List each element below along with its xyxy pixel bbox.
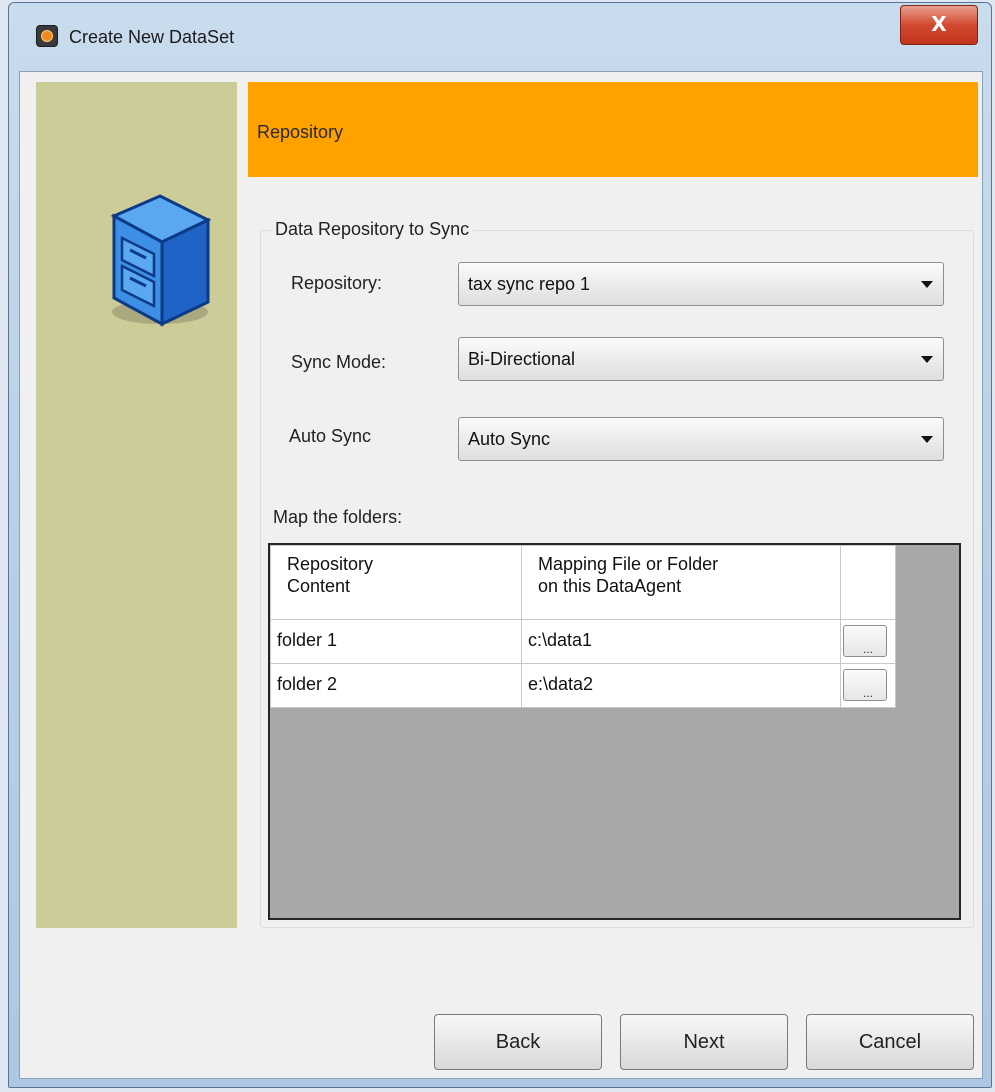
auto-sync-select[interactable]: Auto Sync — [458, 417, 944, 461]
group-title: Data Repository to Sync — [271, 219, 474, 240]
next-button[interactable]: Next — [620, 1014, 788, 1070]
map-folders-label: Map the folders: — [273, 507, 403, 527]
dialog-window: Create New DataSet X Repository Data Rep… — [8, 2, 992, 1088]
repository-group: Data Repository to Sync Repository: tax … — [260, 219, 974, 928]
table-row[interactable]: folder 1 c:\data1 ... — [270, 619, 896, 664]
window-title: Create New DataSet — [69, 27, 235, 47]
browse-cell: ... — [840, 663, 896, 708]
folder-mapping-table: Repository Content Mapping File or Folde… — [268, 543, 961, 920]
chevron-down-icon — [921, 436, 933, 443]
column-header-repository-content: Repository Content — [270, 545, 522, 620]
browse-cell: ... — [840, 619, 896, 664]
file-cabinet-icon — [110, 194, 212, 327]
chevron-down-icon — [921, 356, 933, 363]
back-button[interactable]: Back — [434, 1014, 602, 1070]
page-title: Repository — [257, 122, 344, 142]
close-button[interactable]: X — [900, 5, 978, 45]
column-header-mapping-path: Mapping File or Folder on this DataAgent — [521, 545, 841, 620]
title-bar[interactable]: Create New DataSet X — [9, 3, 991, 67]
browse-button[interactable]: ... — [843, 669, 887, 701]
table-row[interactable]: folder 2 e:\data2 ... — [270, 663, 896, 708]
sidebar-panel — [36, 82, 237, 928]
repository-label: Repository: — [291, 273, 383, 293]
app-logo-icon — [36, 25, 58, 47]
repository-select[interactable]: tax sync repo 1 — [458, 262, 944, 306]
chevron-down-icon — [921, 281, 933, 288]
table-header-row: Repository Content Mapping File or Folde… — [270, 545, 896, 620]
sync-mode-select[interactable]: Bi-Directional — [458, 337, 944, 381]
mapping-grid: Repository Content Mapping File or Folde… — [270, 545, 896, 708]
sync-mode-label: Sync Mode: — [291, 352, 387, 372]
repository-content-cell[interactable]: folder 1 — [270, 619, 522, 664]
browse-button[interactable]: ... — [843, 625, 887, 657]
column-header-browse — [840, 545, 896, 620]
sync-mode-value: Bi-Directional — [468, 349, 576, 369]
dialog-content: Repository Data Repository to Sync Repos… — [19, 71, 983, 1079]
mapping-path-cell[interactable]: e:\data2 — [521, 663, 841, 708]
page-header: Repository — [248, 82, 978, 177]
repository-content-cell[interactable]: folder 2 — [270, 663, 522, 708]
auto-sync-label: Auto Sync — [289, 426, 372, 446]
mapping-path-cell[interactable]: c:\data1 — [521, 619, 841, 664]
cancel-button[interactable]: Cancel — [806, 1014, 974, 1070]
repository-value: tax sync repo 1 — [468, 274, 591, 294]
auto-sync-value: Auto Sync — [468, 429, 551, 449]
